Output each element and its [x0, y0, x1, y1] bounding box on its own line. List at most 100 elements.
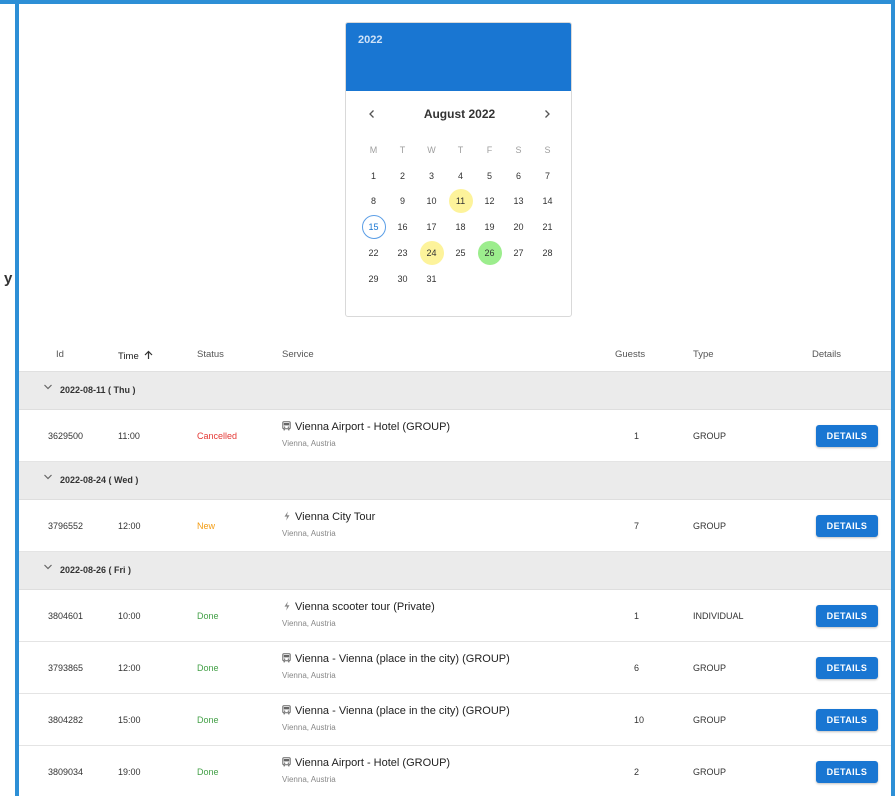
- date-group-label: 2022-08-11 ( Thu ): [60, 385, 136, 395]
- calendar-day-17[interactable]: 17: [420, 215, 444, 239]
- service-name: Vienna Airport - Hotel (GROUP): [295, 757, 451, 769]
- calendar-day-23[interactable]: 23: [391, 241, 415, 265]
- date-group-label: 2022-08-24 ( Wed ): [60, 475, 139, 485]
- arrow-up-icon: [144, 350, 153, 359]
- calendar-day-3[interactable]: 3: [420, 164, 444, 188]
- guest-count: 1: [634, 431, 640, 441]
- details-button[interactable]: DETAILS: [816, 605, 878, 627]
- date-group-header[interactable]: 2022-08-24 ( Wed ): [19, 462, 891, 500]
- header-service[interactable]: Service: [282, 349, 314, 360]
- calendar-day-1[interactable]: 1: [362, 164, 386, 188]
- header-type[interactable]: Type: [693, 349, 714, 360]
- calendar-day-4[interactable]: 4: [449, 164, 473, 188]
- status-badge: Done: [197, 715, 219, 725]
- calendar-day-15[interactable]: 15: [361, 215, 386, 240]
- table-row: 3793865 12:00 Done Vienna - Vienna (place i…: [19, 642, 891, 694]
- calendar-day-16[interactable]: 16: [391, 215, 415, 239]
- calendar-day-31[interactable]: 31: [420, 267, 444, 291]
- calendar-day-24[interactable]: 24: [419, 241, 444, 266]
- bus-icon: [282, 421, 291, 433]
- calendar-day-20[interactable]: 20: [507, 215, 531, 239]
- date-group-header[interactable]: 2022-08-26 ( Fri ): [19, 552, 891, 590]
- service-name: Vienna - Vienna (place in the city) (GRO…: [295, 653, 510, 665]
- header-details: Details: [812, 349, 842, 360]
- bookings-table: Id Time Status Service Guests Type Detai…: [19, 336, 891, 796]
- calendar-day-12[interactable]: 12: [478, 189, 502, 213]
- calendar-day-30[interactable]: 30: [391, 267, 415, 291]
- details-button[interactable]: DETAILS: [816, 709, 878, 731]
- calendar-day-7[interactable]: 7: [536, 164, 560, 188]
- service-name: Vienna - Vienna (place in the city) (GRO…: [295, 705, 510, 717]
- calendar-grid: M T W T F S S 1 2 3 4 5 6 7 8 9 10 11 12 13 14 15 16 17 18 19 20 21…: [346, 133, 571, 292]
- table-header: Id Time Status Service Guests Type Detai…: [19, 336, 891, 372]
- booking-id: 3796552: [48, 521, 84, 531]
- details-button[interactable]: DETAILS: [816, 657, 878, 679]
- calendar-day-25[interactable]: 25: [449, 241, 473, 265]
- header-id[interactable]: Id: [56, 349, 64, 360]
- weekday-label: M: [369, 144, 378, 155]
- calendar-day-13[interactable]: 13: [507, 189, 531, 213]
- bolt-icon: [282, 601, 291, 613]
- booking-time: 12:00: [118, 521, 141, 531]
- calendar-day-8[interactable]: 8: [362, 189, 386, 213]
- chevron-right-icon[interactable]: [537, 104, 557, 124]
- calendar-day-14[interactable]: 14: [536, 189, 560, 213]
- chevron-down-icon[interactable]: [43, 473, 53, 484]
- month-label: August 2022: [423, 107, 496, 121]
- booking-type: GROUP: [693, 521, 727, 531]
- booking-type: GROUP: [693, 431, 727, 441]
- calendar-day-19[interactable]: 19: [478, 215, 502, 239]
- booking-id: 3809034: [48, 767, 84, 777]
- calendar-day-26[interactable]: 26: [477, 241, 502, 266]
- booking-id: 3793865: [48, 663, 84, 673]
- booking-id: 3629500: [48, 431, 84, 441]
- frame-border-top: [0, 0, 895, 4]
- header-time-label: Time: [118, 351, 139, 362]
- table-row: 3796552 12:00 New Vienna City Tour Vienna, A…: [19, 500, 891, 552]
- calendar-day-11[interactable]: 11: [448, 189, 473, 214]
- service-cell: Vienna scooter tour (Private) Vienna, Aus…: [282, 601, 435, 628]
- calendar-day-18[interactable]: 18: [449, 215, 473, 239]
- calendar-day-27[interactable]: 27: [507, 241, 531, 265]
- chevron-down-icon[interactable]: [43, 563, 53, 574]
- weekday-label: S: [515, 144, 522, 155]
- table-row: 3809034 19:00 Done Vienna Airport - Hotel (…: [19, 746, 891, 796]
- bolt-icon: [282, 511, 291, 523]
- header-guests[interactable]: Guests: [615, 349, 645, 360]
- bus-icon: [282, 705, 291, 717]
- details-button[interactable]: DETAILS: [816, 515, 878, 537]
- weekday-label: S: [544, 144, 551, 155]
- calendar-day-22[interactable]: 22: [362, 241, 386, 265]
- chevron-left-icon[interactable]: [362, 104, 382, 124]
- service-name: Vienna Airport - Hotel (GROUP): [295, 421, 451, 433]
- guest-count: 2: [634, 767, 640, 777]
- header-status[interactable]: Status: [197, 349, 224, 360]
- date-group-header[interactable]: 2022-08-11 ( Thu ): [19, 372, 891, 410]
- table-row: 3804601 10:00 Done Vienna scooter tour (Pri…: [19, 590, 891, 642]
- date-picker-header: 2022: [346, 23, 571, 91]
- calendar-day-28[interactable]: 28: [536, 241, 560, 265]
- booking-id: 3804282: [48, 715, 84, 725]
- bus-icon: [282, 653, 291, 665]
- booking-time: 12:00: [118, 663, 141, 673]
- booking-time: 10:00: [118, 611, 141, 621]
- service-location: Vienna, Austria: [282, 619, 336, 628]
- calendar-day-21[interactable]: 21: [536, 215, 560, 239]
- calendar-day-10[interactable]: 10: [420, 189, 444, 213]
- calendar-day-29[interactable]: 29: [362, 267, 386, 291]
- calendar-day-6[interactable]: 6: [507, 164, 531, 188]
- details-button[interactable]: DETAILS: [816, 761, 878, 783]
- service-cell: Vienna - Vienna (place in the city) (GRO…: [282, 653, 510, 680]
- calendar-day-9[interactable]: 9: [391, 189, 415, 213]
- header-time[interactable]: Time: [118, 349, 153, 362]
- status-badge: Done: [197, 663, 219, 673]
- calendar-day-2[interactable]: 2: [391, 164, 415, 188]
- booking-id: 3804601: [48, 611, 84, 621]
- clipped-text: y: [4, 270, 13, 287]
- year-label[interactable]: 2022: [358, 34, 559, 46]
- chevron-down-icon[interactable]: [43, 383, 53, 394]
- bus-icon: [282, 757, 291, 769]
- booking-time: 19:00: [118, 767, 141, 777]
- calendar-day-5[interactable]: 5: [478, 164, 502, 188]
- details-button[interactable]: DETAILS: [816, 425, 878, 447]
